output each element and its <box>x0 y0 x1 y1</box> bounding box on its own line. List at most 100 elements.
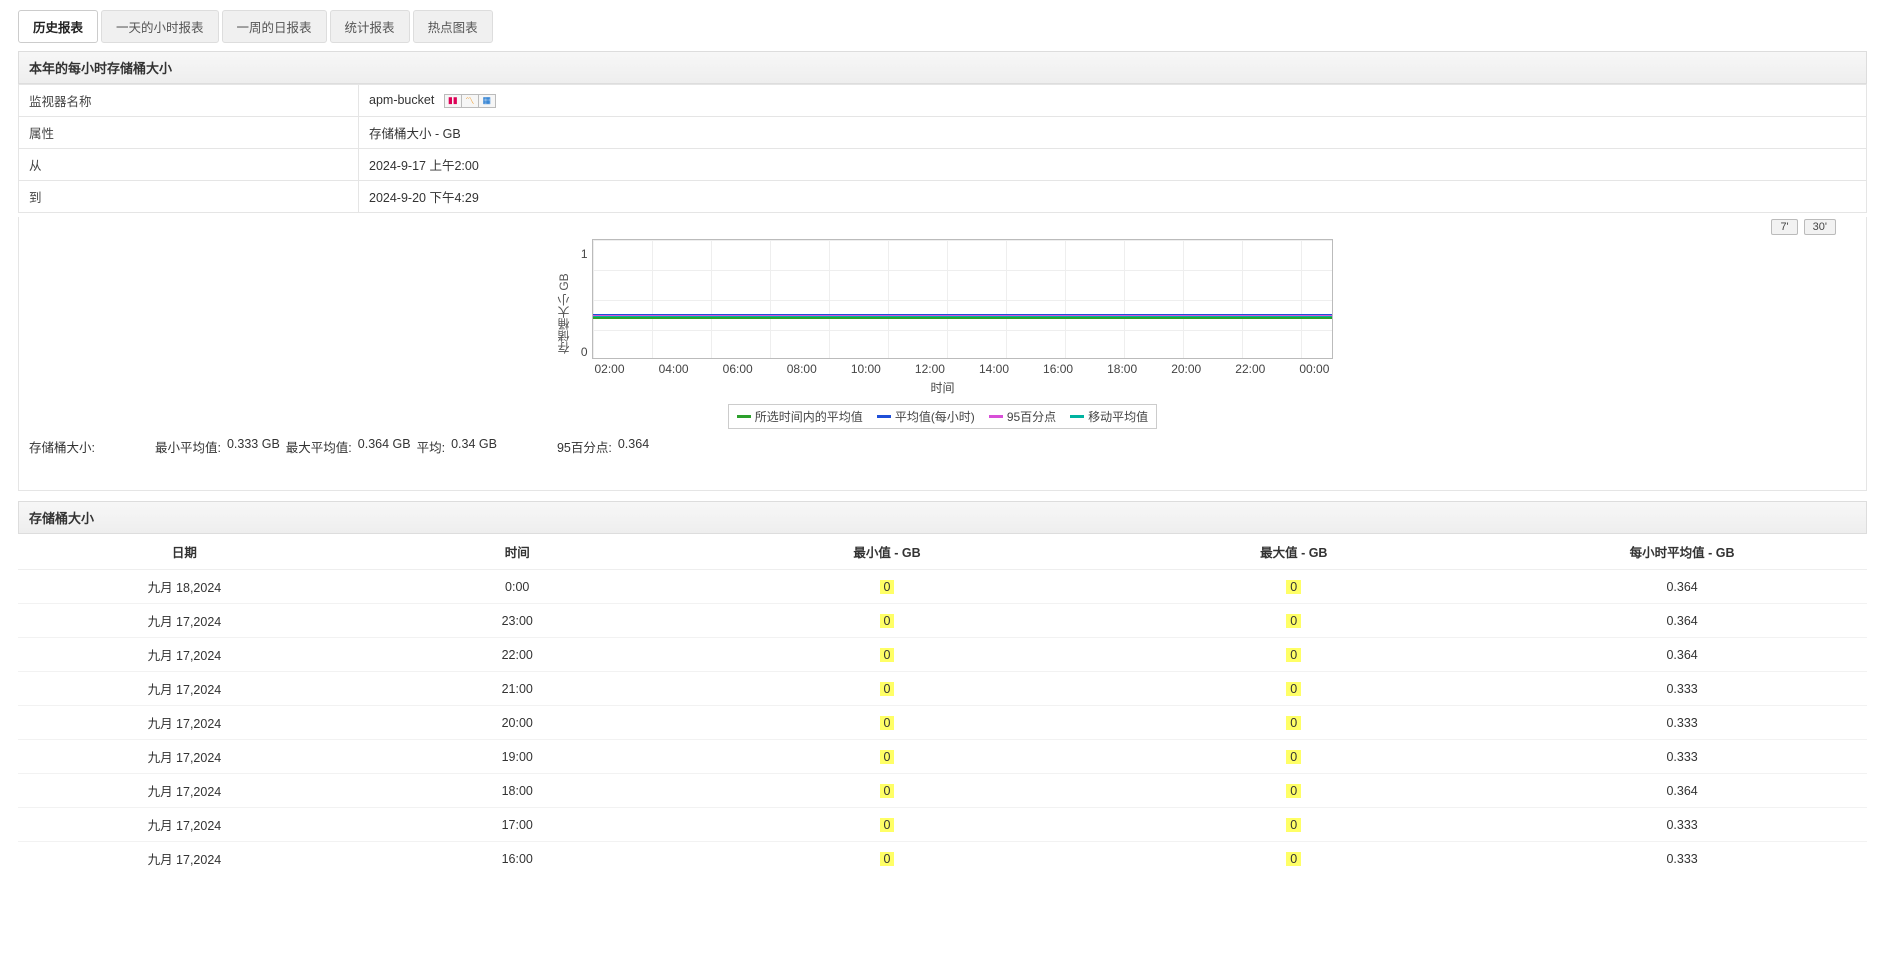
xtick: 10:00 <box>851 362 881 376</box>
table-row: 九月 17,202419:00000.333 <box>18 740 1867 774</box>
cell-max: 0 <box>1090 774 1497 808</box>
cell-max: 0 <box>1090 740 1497 774</box>
xtick: 02:00 <box>595 362 625 376</box>
chart-xticks: 02:00 04:00 06:00 08:00 10:00 12:00 14:0… <box>593 362 1332 376</box>
tab-hourly-day[interactable]: 一天的小时报表 <box>101 10 219 43</box>
to-label: 到 <box>19 181 359 213</box>
cell-max: 0 <box>1090 638 1497 672</box>
table-row: 九月 17,202420:00000.333 <box>18 706 1867 740</box>
cell-time: 22:00 <box>351 638 684 672</box>
cell-avg: 0.333 <box>1497 842 1867 876</box>
chart-yticks: 1 0 <box>574 239 592 389</box>
from-label: 从 <box>19 149 359 181</box>
cell-max: 0 <box>1090 706 1497 740</box>
cell-date: 九月 17,2024 <box>18 842 351 876</box>
cell-date: 九月 17,2024 <box>18 638 351 672</box>
table-icon[interactable]: ▦ <box>478 94 496 108</box>
from-value: 2024-9-17 上午2:00 <box>359 149 1867 181</box>
section-title: 本年的每小时存储桶大小 <box>18 51 1867 84</box>
cell-date: 九月 18,2024 <box>18 570 351 604</box>
monitor-name-text: apm-bucket <box>369 93 434 107</box>
report-tabs: 历史报表 一天的小时报表 一周的日报表 统计报表 热点图表 <box>18 10 1867 43</box>
cell-max: 0 <box>1090 672 1497 706</box>
col-time: 时间 <box>351 534 684 570</box>
legend-swatch-icon <box>989 415 1003 418</box>
avg-value: 0.34 GB <box>451 437 497 456</box>
xtick: 18:00 <box>1107 362 1137 376</box>
cell-date: 九月 17,2024 <box>18 604 351 638</box>
cell-avg: 0.333 <box>1497 706 1867 740</box>
xtick: 12:00 <box>915 362 945 376</box>
cell-min: 0 <box>684 740 1091 774</box>
cell-min: 0 <box>684 604 1091 638</box>
data-table: 日期 时间 最小值 - GB 最大值 - GB 每小时平均值 - GB 九月 1… <box>18 534 1867 875</box>
to-value: 2024-9-20 下午4:29 <box>359 181 1867 213</box>
metric-name: 存储桶大小: <box>29 437 95 456</box>
table-row: 九月 17,202421:00000.333 <box>18 672 1867 706</box>
cell-avg: 0.364 <box>1497 774 1867 808</box>
cell-max: 0 <box>1090 808 1497 842</box>
cell-date: 九月 17,2024 <box>18 706 351 740</box>
xtick: 14:00 <box>979 362 1009 376</box>
cell-max: 0 <box>1090 604 1497 638</box>
ytick-1: 1 <box>578 247 588 261</box>
table-section-title: 存储桶大小 <box>18 501 1867 534</box>
legend-label: 平均值(每小时) <box>895 408 975 425</box>
legend-label: 移动平均值 <box>1088 408 1148 425</box>
cell-time: 17:00 <box>351 808 684 842</box>
table-row: 九月 17,202416:00000.333 <box>18 842 1867 876</box>
chart-ylabel: 存储桶大小 GB <box>553 239 574 389</box>
cell-avg: 0.333 <box>1497 808 1867 842</box>
xtick: 20:00 <box>1171 362 1201 376</box>
cell-time: 20:00 <box>351 706 684 740</box>
table-row: 九月 18,20240:00000.364 <box>18 570 1867 604</box>
legend-swatch-icon <box>877 415 891 418</box>
cell-max: 0 <box>1090 842 1497 876</box>
col-min: 最小值 - GB <box>684 534 1091 570</box>
ytick-0: 0 <box>578 345 588 359</box>
cell-avg: 0.333 <box>1497 740 1867 774</box>
table-row: 九月 17,202423:00000.364 <box>18 604 1867 638</box>
avg-label: 平均: <box>417 437 445 456</box>
chart-panel: 7' 30' 存储桶大小 GB 1 0 02:00 04:00 <box>18 217 1867 491</box>
stats-summary: 存储桶大小: 最小平均值: 0.333 GB 最大平均值: 0.364 GB 平… <box>27 429 1858 470</box>
legend-swatch-icon <box>1070 415 1084 418</box>
series-selected-avg <box>593 317 1332 319</box>
chart-legend: 所选时间内的平均值 平均值(每小时) 95百分点 移动平均值 <box>728 404 1157 429</box>
cell-time: 19:00 <box>351 740 684 774</box>
min-avg-label: 最小平均值: <box>155 437 221 456</box>
info-table: 监视器名称 apm-bucket ▮▮ 〽 ▦ 属性 存储桶大小 - GB 从 … <box>18 84 1867 213</box>
cell-min: 0 <box>684 706 1091 740</box>
xtick: 04:00 <box>659 362 689 376</box>
cell-avg: 0.364 <box>1497 638 1867 672</box>
cell-time: 16:00 <box>351 842 684 876</box>
xtick: 00:00 <box>1299 362 1329 376</box>
xtick: 08:00 <box>787 362 817 376</box>
max-avg-value: 0.364 GB <box>358 437 411 456</box>
col-date: 日期 <box>18 534 351 570</box>
tab-history[interactable]: 历史报表 <box>18 10 98 43</box>
bar-chart-icon[interactable]: ▮▮ <box>444 94 462 108</box>
tab-heatmap[interactable]: 热点图表 <box>413 10 493 43</box>
cell-min: 0 <box>684 672 1091 706</box>
cell-min: 0 <box>684 842 1091 876</box>
chart-plot: 02:00 04:00 06:00 08:00 10:00 12:00 14:0… <box>592 239 1333 359</box>
table-row: 九月 17,202422:00000.364 <box>18 638 1867 672</box>
table-row: 九月 17,202417:00000.333 <box>18 808 1867 842</box>
zoom-30-button[interactable]: 30' <box>1804 219 1836 235</box>
line-chart-icon[interactable]: 〽 <box>461 94 479 108</box>
p95-value: 0.364 <box>618 437 649 456</box>
legend-label: 95百分点 <box>1007 408 1056 425</box>
tab-daily-week[interactable]: 一周的日报表 <box>222 10 327 43</box>
monitor-name-label: 监视器名称 <box>19 85 359 117</box>
tab-stats[interactable]: 统计报表 <box>330 10 410 43</box>
cell-date: 九月 17,2024 <box>18 774 351 808</box>
attribute-label: 属性 <box>19 117 359 149</box>
cell-time: 21:00 <box>351 672 684 706</box>
xtick: 16:00 <box>1043 362 1073 376</box>
p95-label: 95百分点: <box>557 437 612 456</box>
cell-min: 0 <box>684 808 1091 842</box>
cell-avg: 0.333 <box>1497 672 1867 706</box>
xtick: 06:00 <box>723 362 753 376</box>
zoom-7-button[interactable]: 7' <box>1771 219 1797 235</box>
